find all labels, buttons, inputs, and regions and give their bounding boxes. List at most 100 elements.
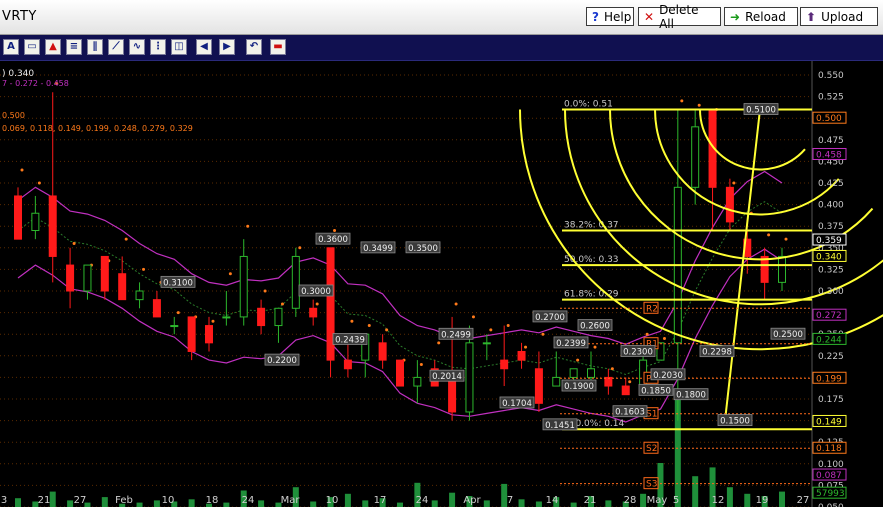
date-tick: 10 [162,495,175,506]
undo-tool-icon[interactable]: ↶ [246,39,262,55]
shift-left-tool-icon[interactable]: ◀ [196,39,212,55]
price-tick: 0.050 [818,503,844,507]
volume-bar [518,499,525,507]
candle-body [534,368,543,404]
price-marker: 0.458 [816,150,842,160]
price-label: 0.2600 [580,322,610,332]
horizontal-lines-tool-icon[interactable]: ≡ [66,39,82,55]
sar-dot [263,289,267,293]
price-marker: 0.149 [816,417,842,427]
cycle-bracket-tool-icon[interactable]: ◫ [171,39,187,55]
volume-bar [640,493,647,507]
date-tick: Feb [115,495,133,506]
candle-body [274,307,283,327]
arrow-up-tool-icon[interactable]: ▲ [45,39,61,55]
price-tick: 0.425 [818,179,844,189]
help-button[interactable]: ? Help [586,7,634,26]
help-icon: ? [592,9,599,24]
candle-body [239,255,248,318]
price-marker: 0.272 [816,311,842,321]
comment-tool-icon[interactable]: ▭ [24,39,40,55]
legend-line-4: 0.069, 0.118, 0.149, 0.199, 0.248, 0.279… [2,124,193,133]
sar-dot [228,272,232,276]
candle-body [66,264,75,292]
volume-bar [483,500,490,507]
volume-bar [136,502,143,507]
upload-button[interactable]: ⬆ Upload [800,7,878,26]
sar-dot [471,315,475,319]
price-label: 0.1850 [641,386,671,396]
volume-bar [779,491,785,507]
sar-dot [20,168,24,172]
candle-body [257,307,266,327]
candle-body [517,350,526,361]
pivot-label: S2 [646,444,657,454]
volume-bar [535,501,542,507]
price-tick: 0.400 [818,201,844,211]
price-chart[interactable]: 0.0%: 0.5138.2%: 0.3750.0%: 0.3361.8%: 0… [0,61,883,507]
upload-label: Upload [821,9,864,24]
volume-bar [258,500,265,507]
date-tick: 10 [326,495,339,506]
price-marker: 57993 [816,489,845,499]
date-tick: Mar [281,495,301,506]
candle-body [552,376,561,387]
price-marker: 0.359 [816,236,842,246]
fib-label: 0.0%: 0.51 [564,100,613,110]
price-label: 0.2200 [267,356,297,366]
candle-body [482,342,491,345]
delete-all-button[interactable]: ✕ Delete All [638,3,721,31]
color-tool-icon[interactable]: ▬ [270,39,286,55]
candle-body [222,316,231,319]
price-axis: 0.5500.5250.5000.4750.4500.4250.4000.375… [812,71,847,507]
text-tool-icon[interactable]: A [3,39,19,55]
price-label: 0.3000 [301,287,331,297]
sar-dot [419,362,423,366]
sar-dot [350,319,354,323]
candle-body [291,255,300,309]
reload-button[interactable]: ➜ Reload [724,7,798,26]
price-label: 0.3600 [318,235,348,245]
sar-dot [211,319,215,323]
candle-body [205,325,213,344]
date-tick: 14 [546,495,559,506]
sar-dot [662,337,666,341]
cycle-tool-icon[interactable]: ⋮ [150,39,166,55]
volume-bar [15,498,21,507]
volume-bar [101,497,108,507]
sar-dot [124,237,128,241]
legend-line-2: 7 - 0.272 - 0.458 [2,79,69,88]
candle-body [778,255,786,283]
ticker-symbol: VRTY [2,9,37,24]
price-marker: 0.340 [816,252,842,262]
date-tick: 27 [74,495,87,506]
vertical-lines-tool-icon[interactable]: ∥ [87,39,103,55]
candle-body [413,376,422,387]
volume-bar [223,502,230,507]
sar-dot [628,380,632,384]
shift-right-tool-icon[interactable]: ▶ [219,39,235,55]
candle-body [100,255,109,292]
price-label: 0.1704 [502,399,532,409]
sar-dot [437,341,441,345]
price-label: 0.2500 [773,330,803,340]
sar-dot [176,311,180,315]
price-marker: 0.500 [816,114,842,124]
price-label: 0.2300 [623,347,653,357]
price-tick: 0.550 [818,71,844,81]
reload-arrow-icon: ➜ [730,9,741,24]
price-tick: 0.475 [818,136,844,146]
trend-fan-tool-icon[interactable]: ⟋ [108,39,124,55]
candle-body [396,359,404,387]
volume-bar [692,476,699,507]
date-tick: 18 [206,495,219,506]
pivot-label: S1 [646,410,657,420]
candle-body [187,316,196,352]
sar-dot [142,267,146,271]
price-label: 0.3499 [363,244,393,254]
legend-line-3: 0.500 [2,111,25,120]
wave-tool-icon[interactable]: ∿ [129,39,145,55]
date-tick: 27 [797,495,810,506]
volume-bar [188,499,195,507]
price-marker: 0.118 [816,444,842,454]
